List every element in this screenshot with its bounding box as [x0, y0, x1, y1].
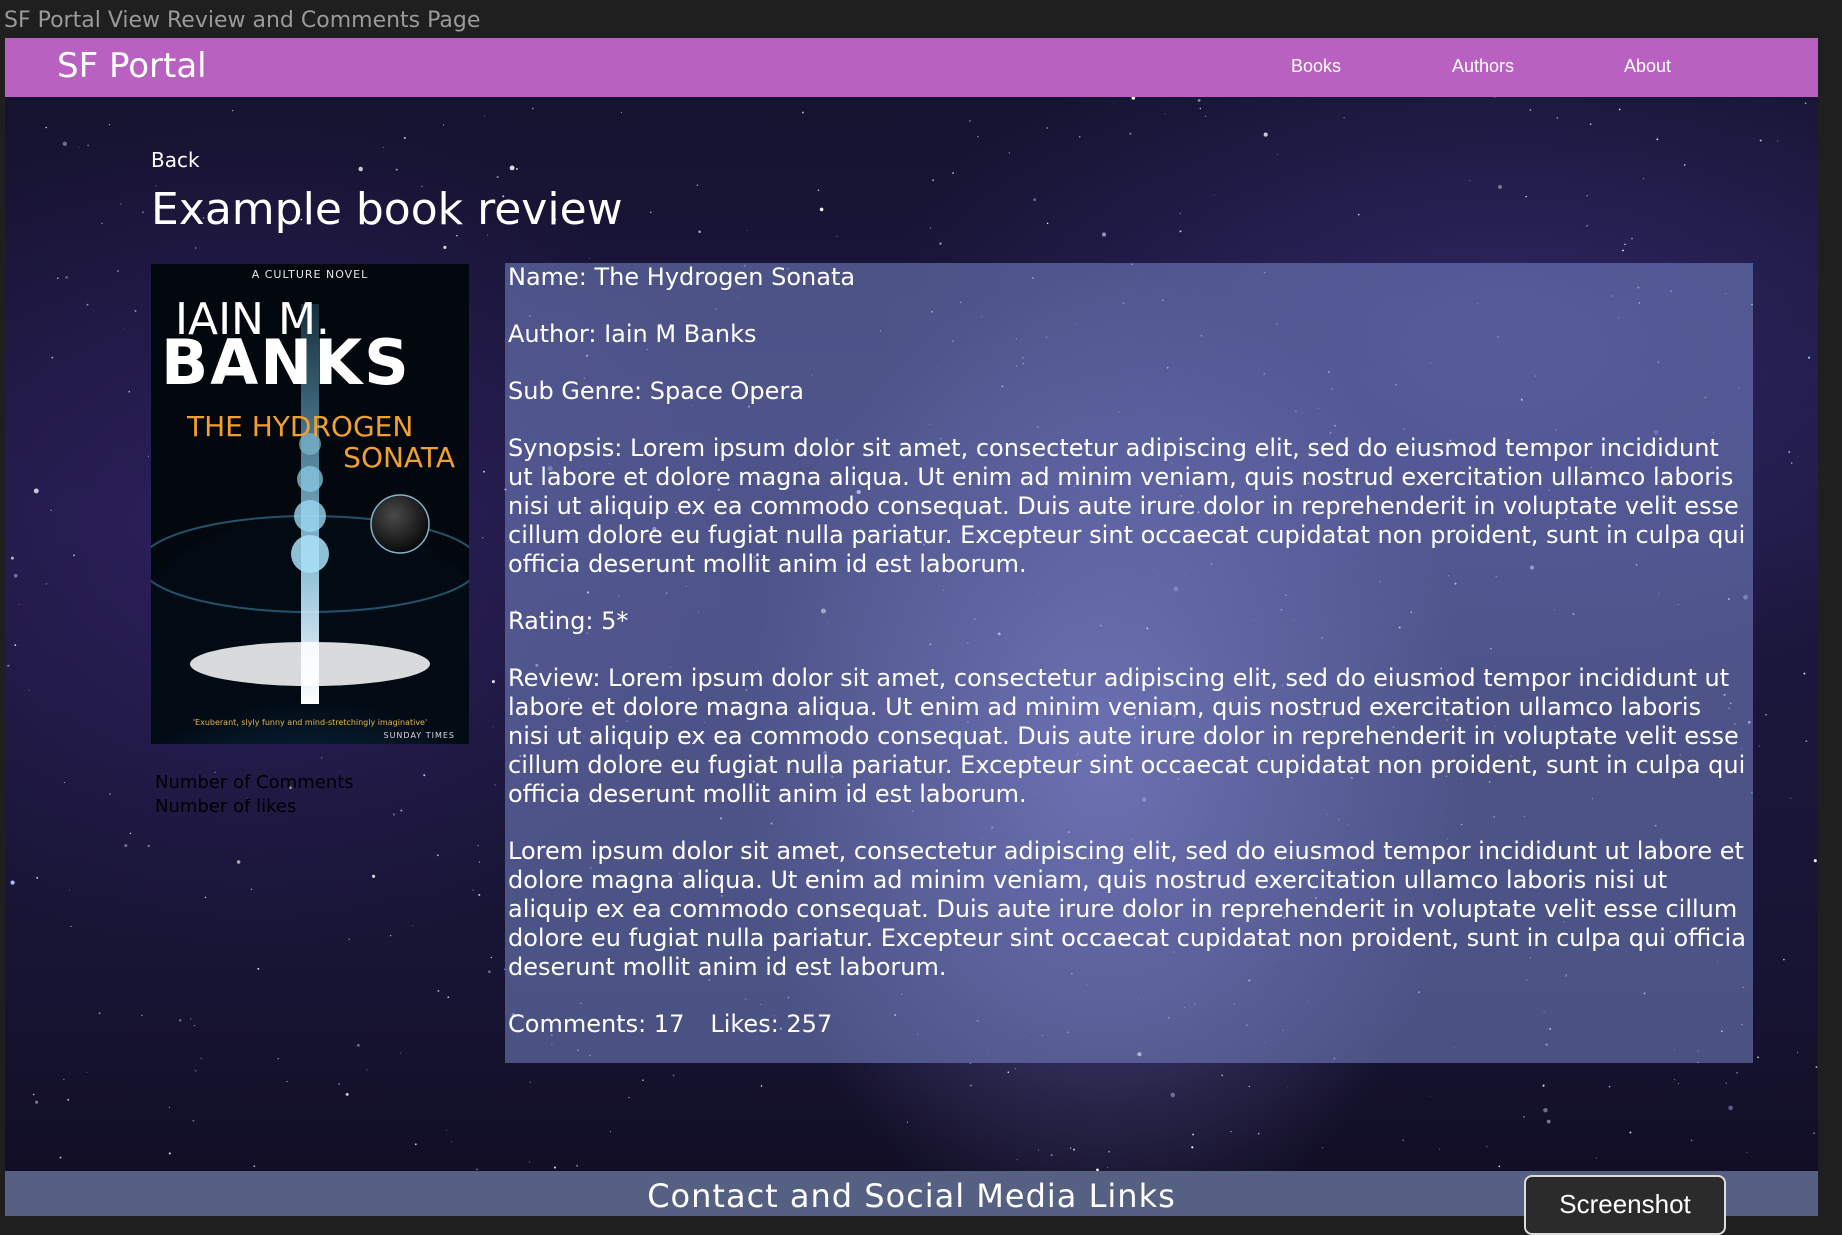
back-link[interactable]: Back: [151, 148, 200, 172]
review-paragraph-2: Lorem ipsum dolor sit amet, consectetur …: [508, 837, 1746, 981]
cover-title-line1: THE HYDROGEN: [186, 410, 413, 443]
side-stats: Number of Comments Number of likes: [155, 771, 354, 819]
nav-link-authors[interactable]: Authors: [1452, 56, 1514, 77]
cover-quote: 'Exuberant, slyly funny and mind-stretch…: [193, 718, 427, 727]
page-title: Example book review: [151, 184, 623, 235]
cover-series-text: A CULTURE NOVEL: [252, 268, 369, 281]
review-stats: Comments: 17 Likes: 257: [508, 1010, 1748, 1039]
navbar: SF Portal Books Authors About: [5, 38, 1818, 97]
book-name: Name: The Hydrogen Sonata: [508, 263, 856, 291]
review-text: Name: The Hydrogen Sonata Author: Iain M…: [508, 263, 1748, 1067]
screenshot-button[interactable]: Screenshot: [1524, 1175, 1726, 1235]
cover-title-line2: SONATA: [343, 441, 455, 474]
book-cover-image: A CULTURE NOVEL IAIN M. BANKS THE HYDROG…: [151, 264, 469, 744]
likes-count[interactable]: Likes: 257: [710, 1010, 832, 1038]
brand-logo[interactable]: SF Portal: [57, 46, 207, 86]
nav-link-about[interactable]: About: [1624, 56, 1671, 77]
window-title: SF Portal View Review and Comments Page: [4, 8, 481, 33]
book-author: Author: Iain M Banks: [508, 320, 757, 348]
review-paragraph-1: Review: Lorem ipsum dolor sit amet, cons…: [508, 664, 1746, 808]
comments-count[interactable]: Comments: 17: [508, 1010, 684, 1038]
review-panel: Name: The Hydrogen Sonata Author: Iain M…: [505, 263, 1753, 1063]
book-synopsis: Synopsis: Lorem ipsum dolor sit amet, co…: [508, 434, 1746, 578]
book-rating: Rating: 5*: [508, 607, 629, 635]
likes-count-label: Number of likes: [155, 796, 297, 817]
cover-quote-source: SUNDAY TIMES: [384, 731, 456, 740]
cover-author-last: BANKS: [161, 326, 411, 399]
comments-count-label: Number of Comments: [155, 772, 354, 793]
page-viewport: SF Portal Books Authors About Back Examp…: [5, 38, 1818, 1216]
nav-link-books[interactable]: Books: [1291, 56, 1341, 77]
book-sub-genre: Sub Genre: Space Opera: [508, 377, 804, 405]
